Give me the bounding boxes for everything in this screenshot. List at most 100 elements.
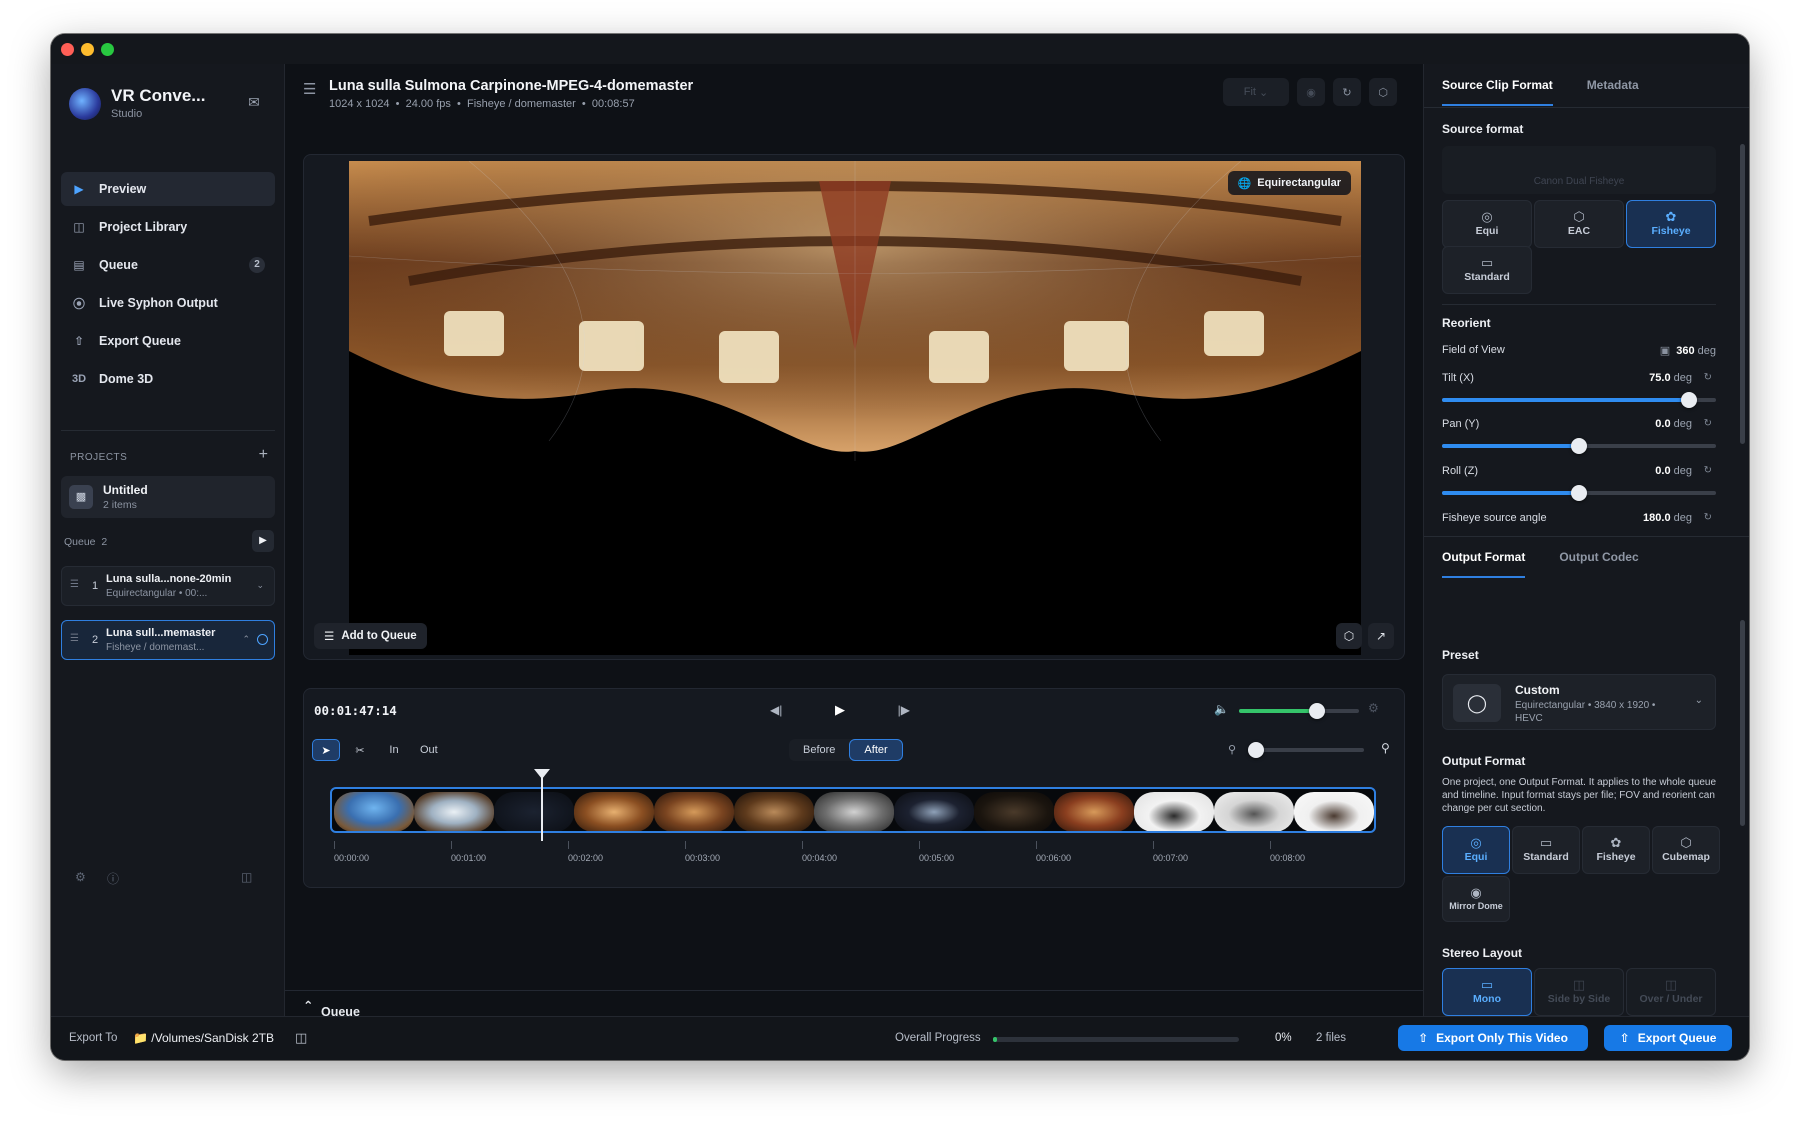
stereo-mono-button[interactable]: ▭ Mono (1442, 968, 1532, 1016)
divider (1442, 304, 1716, 305)
change-folder-icon[interactable]: ◫ (295, 1030, 307, 1046)
sidebar-item-queue[interactable]: ▤ Queue 2 (61, 248, 275, 282)
play-square-icon: ▶ (74, 182, 84, 196)
before-button[interactable]: Before (789, 739, 849, 761)
thumbnail (734, 792, 814, 831)
output-fisheye-button[interactable]: ✿ Fisheye (1582, 826, 1650, 874)
zoom-out-icon[interactable]: ⚲ (1228, 743, 1236, 756)
add-project-icon[interactable]: + (259, 446, 268, 464)
timeline-zoom-knob[interactable] (1248, 742, 1264, 758)
help-icon[interactable]: ⓘ (107, 870, 119, 887)
vr-headset-icon: ◯ (1453, 684, 1501, 722)
chevron-up-icon[interactable]: ⌃ (242, 634, 250, 645)
fullscreen-expand-icon[interactable]: ↗ (1368, 623, 1394, 649)
tab-metadata[interactable]: Metadata (1587, 78, 1639, 106)
feedback-chat-icon[interactable]: ✉ (243, 94, 265, 114)
step-forward-icon[interactable]: |▶ (898, 703, 910, 717)
sidebar-item-live-syphon-output[interactable]: ⦿ Live Syphon Output (61, 286, 275, 320)
audio-settings-icon[interactable]: ⚙ (1368, 701, 1379, 715)
preset-description: Equirectangular • 3840 x 1920 • HEVC (1515, 700, 1656, 724)
roll-slider-knob[interactable] (1571, 485, 1587, 501)
ruler-tick (451, 841, 452, 849)
export-path[interactable]: 📁 /Volumes/SanDisk 2TB (133, 1031, 274, 1045)
select-tool-button[interactable]: ➤ (312, 739, 340, 761)
queue-item-selected[interactable]: ☰ 2 Luna sull...memaster Fisheye / domem… (61, 620, 275, 660)
project-name: Untitled (103, 483, 148, 497)
reset-roll-icon[interactable]: ↻ (1704, 465, 1712, 476)
roll-slider[interactable] (1442, 485, 1716, 501)
output-mirror-dome-button[interactable]: ◉ Mirror Dome (1442, 876, 1510, 922)
edit-tools: ➤ ✂ In Out (312, 739, 444, 761)
tab-output-codec[interactable]: Output Codec (1559, 550, 1638, 578)
reset-fisheye-angle-icon[interactable]: ↻ (1704, 512, 1712, 523)
toggle-sidebar-icon[interactable]: ◫ (241, 870, 252, 884)
over-under-icon: ◫ (1664, 977, 1678, 992)
cube-view-icon[interactable]: ⬡ (1369, 78, 1397, 106)
source-eac-button[interactable]: ⬡ EAC (1534, 200, 1624, 248)
queue-play-button[interactable]: ▶ (252, 530, 274, 552)
zoom-window-button[interactable] (101, 43, 114, 56)
refresh-icon[interactable]: ↻ (1333, 78, 1361, 106)
mark-in-button[interactable]: In (380, 739, 408, 761)
sidebar-item-dome-3d[interactable]: 3D Dome 3D (61, 362, 275, 396)
mark-out-button[interactable]: Out (414, 739, 444, 761)
project-lock-icon: ▩ (69, 485, 93, 509)
close-window-button[interactable] (61, 43, 74, 56)
fit-dropdown[interactable]: Fit ⌄ (1223, 78, 1289, 106)
tilt-slider[interactable] (1442, 392, 1716, 408)
reset-tilt-icon[interactable]: ↻ (1704, 372, 1712, 383)
clip-format: Fisheye / domemaster (466, 98, 576, 110)
play-button[interactable]: ▶ (835, 702, 845, 718)
timeline-zoom-slider[interactable] (1248, 742, 1364, 758)
inspector-scrollbar-top[interactable] (1740, 144, 1745, 444)
sidebar-item-export-queue[interactable]: ⇧ Export Queue (61, 324, 275, 358)
cut-scissors-button[interactable]: ✂ (346, 739, 374, 761)
source-fisheye-button[interactable]: ✿ Fisheye (1626, 200, 1716, 248)
snapshot-camera-icon[interactable]: ◉ (1297, 78, 1325, 106)
minimize-window-button[interactable] (81, 43, 94, 56)
list-icon[interactable]: ☰ (303, 80, 316, 98)
output-standard-button[interactable]: ▭ Standard (1512, 826, 1580, 874)
queue-item[interactable]: ☰ 1 Luna sulla...none-20min Equirectangu… (61, 566, 275, 606)
tab-output-format[interactable]: Output Format (1442, 550, 1526, 578)
volume-slider-knob[interactable] (1309, 703, 1325, 719)
playhead[interactable] (541, 775, 543, 841)
drag-handle-icon[interactable]: ☰ (70, 633, 79, 644)
export-only-this-video-button[interactable]: ⇧ Export Only This Video (1398, 1025, 1588, 1051)
chevron-down-icon[interactable]: ⌄ (256, 580, 264, 591)
preset-dropdown[interactable]: ◯ Custom Equirectangular • 3840 x 1920 •… (1442, 674, 1716, 730)
volume-icon[interactable]: 🔈 (1214, 702, 1229, 716)
export-queue-button[interactable]: ⇧ Export Queue (1604, 1025, 1732, 1051)
sidebar-item-preview[interactable]: ▶ Preview (61, 172, 275, 206)
step-back-icon[interactable]: ◀| (770, 703, 782, 717)
output-equi-button[interactable]: ◎ Equi (1442, 826, 1510, 874)
video-preview[interactable]: 🌐 Equirectangular (349, 161, 1361, 655)
tilt-slider-knob[interactable] (1680, 392, 1697, 408)
settings-gear-icon[interactable]: ⚙ (75, 870, 86, 884)
tab-source-clip-format[interactable]: Source Clip Format (1442, 78, 1553, 106)
ruler-tick-label: 00:00:00 (334, 853, 370, 863)
thumbnail-strip[interactable] (330, 787, 1376, 833)
reset-pan-icon[interactable]: ↻ (1704, 418, 1712, 429)
thumbnail (1294, 792, 1374, 831)
canon-dual-fisheye-label: Canon Dual Fisheye (1533, 176, 1625, 187)
lock-icon: ▣ (1659, 345, 1671, 357)
pan-slider-knob[interactable] (1571, 438, 1587, 454)
sidebar-item-label: Project Library (99, 220, 188, 234)
volume-slider[interactable] (1239, 703, 1359, 719)
zoom-in-icon[interactable]: ⚲ (1381, 741, 1390, 755)
inspector-scrollbar-bottom[interactable] (1740, 620, 1745, 826)
add-to-queue-button[interactable]: ☰ Add to Queue (314, 623, 427, 649)
drag-handle-icon[interactable]: ☰ (70, 579, 79, 590)
sidebar-nav: ▶ Preview ◫ Project Library ▤ Queue 2 ⦿ … (61, 172, 275, 400)
sidebar-item-project-library[interactable]: ◫ Project Library (61, 210, 275, 244)
fisheye-angle-row: Fisheye source angle 180.0 deg ↻ (1442, 512, 1716, 528)
after-button[interactable]: After (849, 739, 903, 761)
source-equi-button[interactable]: ◎ Equi (1442, 200, 1532, 248)
projection-badge[interactable]: 🌐 Equirectangular (1227, 171, 1351, 195)
pan-slider[interactable] (1442, 438, 1716, 454)
source-standard-button[interactable]: ▭ Standard (1442, 246, 1532, 294)
project-card[interactable]: ▩ Untitled 2 items (61, 476, 275, 518)
output-cubemap-button[interactable]: ⬡ Cubemap (1652, 826, 1720, 874)
view-3d-button[interactable]: ⬡ (1336, 623, 1362, 649)
